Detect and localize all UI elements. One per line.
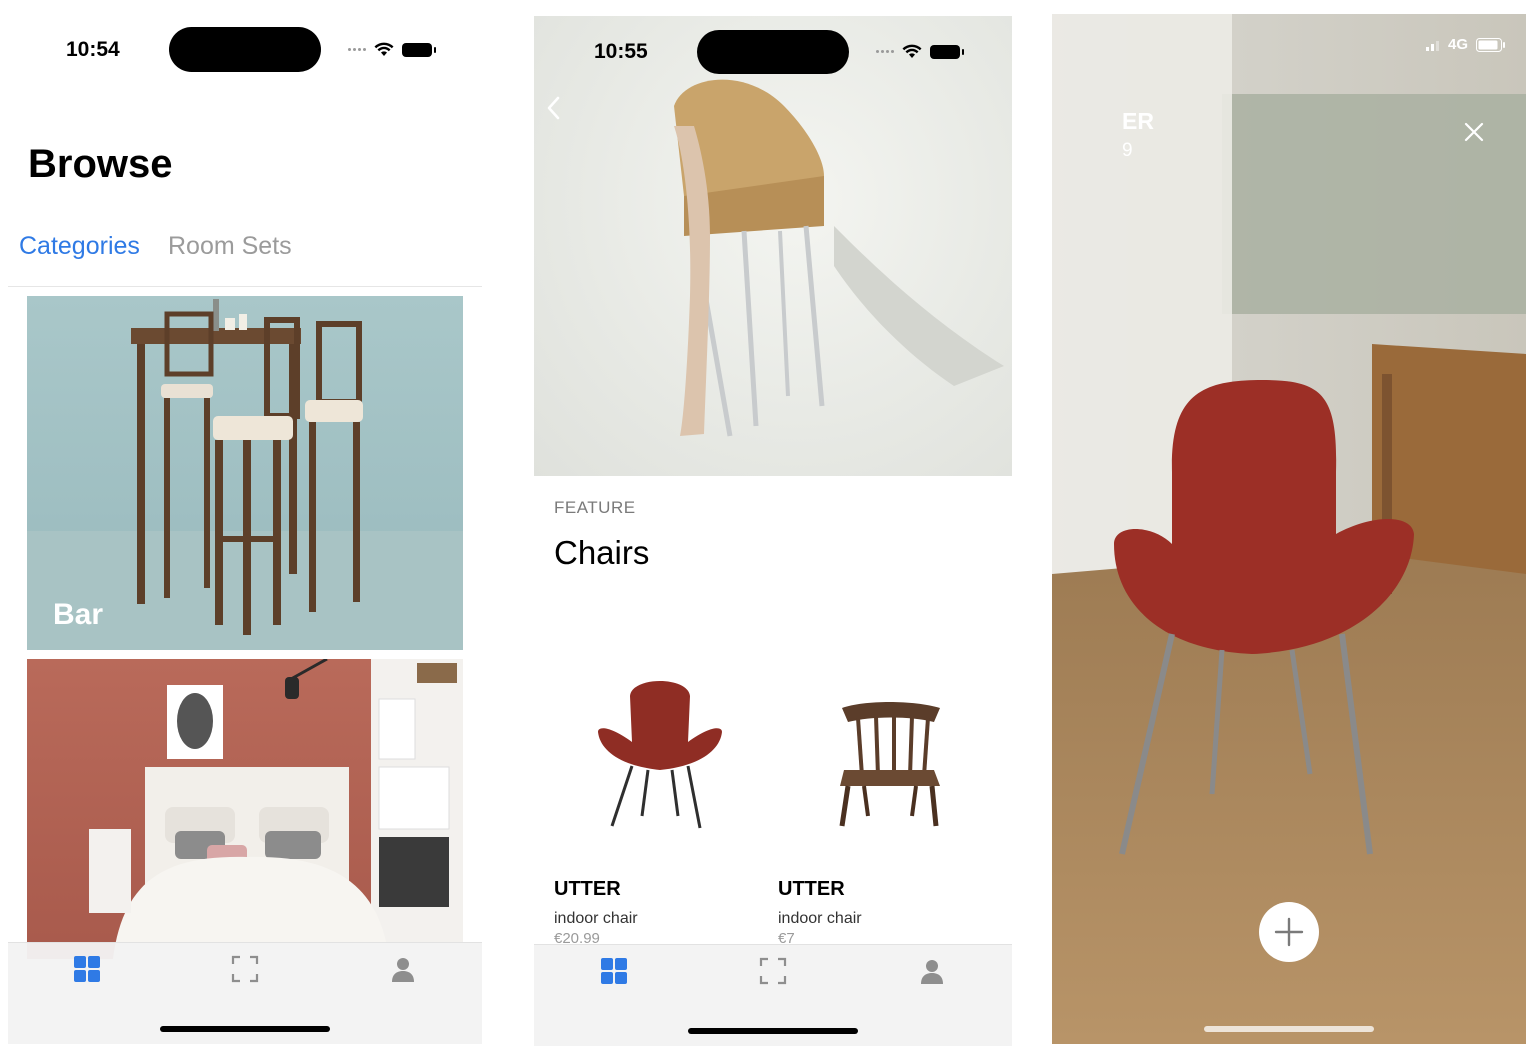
feature-kicker: FEATURE (554, 498, 636, 517)
tab-room-sets[interactable]: Room Sets (168, 232, 292, 261)
home-indicator (688, 1028, 858, 1034)
home-indicator (160, 1026, 330, 1032)
segment-divider (8, 286, 482, 287)
bedroom-image (89, 659, 463, 959)
ar-product-price: 9 (1122, 140, 1133, 161)
product-name[interactable]: UTTER (554, 878, 621, 901)
tab-bar (8, 942, 482, 1044)
tab-bar (534, 944, 1012, 1046)
category-card-bedroom[interactable] (27, 659, 463, 959)
page-title: Browse (28, 142, 173, 186)
rattan-chair-image (674, 79, 1004, 437)
tab-categories[interactable]: Categories (19, 232, 140, 261)
bar-furniture-image (27, 299, 463, 650)
product-image-utter-wood[interactable] (784, 666, 984, 836)
person-icon[interactable] (918, 957, 946, 985)
category-card-bar[interactable]: Bar (27, 296, 463, 650)
dynamic-island (169, 27, 321, 72)
status-icons (348, 42, 436, 57)
hero-image (534, 16, 1012, 476)
back-chevron-icon[interactable] (546, 96, 560, 120)
close-icon[interactable] (1464, 122, 1484, 142)
ar-product-name: ER (1122, 108, 1154, 134)
product-name[interactable]: UTTER (778, 878, 845, 901)
wifi-icon (374, 42, 394, 56)
product-image-utter-red[interactable] (560, 666, 760, 836)
product-type: indoor chair (778, 910, 862, 927)
wifi-icon (902, 44, 922, 58)
status-icons: 4G (1425, 36, 1506, 53)
dynamic-island (697, 30, 849, 74)
battery-icon (930, 44, 964, 59)
grid-icon[interactable] (600, 957, 628, 985)
person-icon[interactable] (389, 955, 417, 983)
battery-icon (402, 42, 436, 57)
battery-icon (1476, 37, 1505, 52)
scan-icon[interactable] (231, 955, 259, 983)
status-time: 10:55 (594, 40, 648, 63)
ar-view-screen: 4G ER 9 (1052, 14, 1526, 1044)
cellular-signal-icon (876, 50, 894, 53)
plus-icon (1274, 917, 1304, 947)
cellular-signal-icon (1425, 40, 1439, 51)
network-type: 4G (1447, 36, 1468, 53)
feature-screen: 10:55 FEATURE Chairs UTTER indoor chair … (534, 16, 1012, 1046)
add-to-scene-button[interactable] (1259, 902, 1319, 962)
browse-screen: 10:54 Browse Categories Room Sets Bar (8, 14, 482, 1044)
home-indicator (1204, 1026, 1374, 1032)
grid-icon[interactable] (73, 955, 101, 983)
category-label: Bar (53, 598, 104, 631)
cellular-signal-icon (348, 48, 366, 51)
ar-camera-feed (1052, 14, 1526, 1044)
scan-icon[interactable] (759, 957, 787, 985)
status-time: 10:54 (66, 38, 120, 61)
product-type: indoor chair (554, 910, 638, 927)
feature-title: Chairs (554, 534, 650, 571)
status-icons (876, 44, 964, 59)
